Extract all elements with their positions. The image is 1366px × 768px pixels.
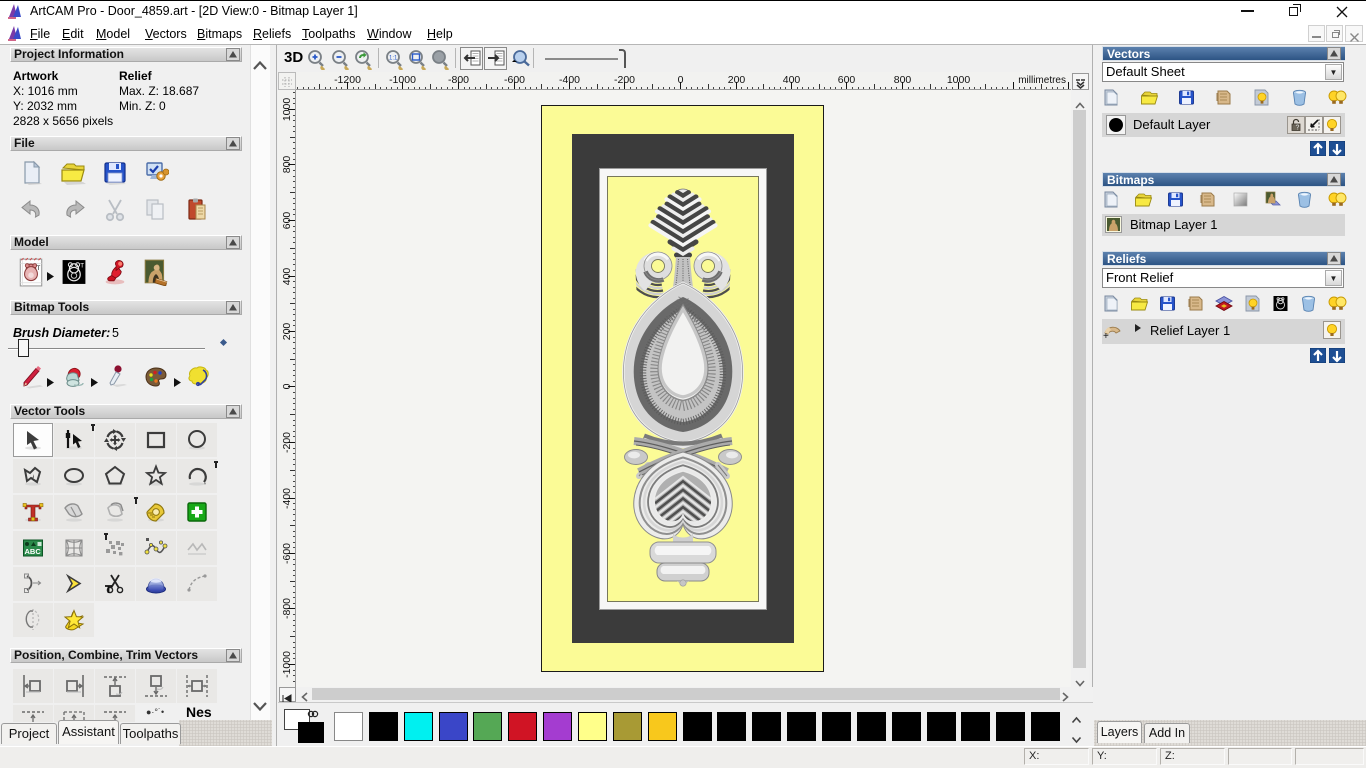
svg-text:200: 200: [281, 323, 293, 341]
svg-text:400: 400: [281, 268, 293, 286]
svg-text:millimetres: millimetres: [1018, 75, 1066, 86]
svg-text:-800: -800: [448, 74, 469, 86]
svg-text:T: T: [36, 265, 40, 272]
svg-text:-200: -200: [281, 432, 293, 453]
svg-text:1:1: 1:1: [389, 56, 398, 62]
svg-text:T: T: [80, 262, 84, 269]
svg-text:-400: -400: [559, 74, 580, 86]
svg-text:-800: -800: [281, 598, 293, 619]
svg-text:?: ?: [1296, 125, 1300, 132]
svg-text:1000: 1000: [281, 98, 293, 122]
svg-text:-1000: -1000: [281, 651, 293, 678]
svg-text:-200: -200: [614, 74, 635, 86]
svg-text:-600: -600: [504, 74, 525, 86]
svg-text:-1200: -1200: [334, 74, 361, 86]
svg-text:-1000: -1000: [389, 74, 416, 86]
svg-text:600: 600: [281, 212, 293, 230]
svg-text:800: 800: [281, 156, 293, 174]
svg-text:-600: -600: [281, 543, 293, 564]
svg-text:200: 200: [728, 74, 746, 86]
svg-text:400: 400: [783, 74, 801, 86]
svg-text:-400: -400: [281, 488, 293, 509]
svg-text:ABC: ABC: [25, 547, 42, 556]
svg-text:+: +: [1103, 331, 1109, 340]
svg-text:1000: 1000: [947, 74, 971, 86]
svg-text:600: 600: [838, 74, 856, 86]
svg-text:800: 800: [894, 74, 912, 86]
svg-text:0: 0: [678, 74, 684, 86]
svg-text:0: 0: [281, 383, 293, 389]
